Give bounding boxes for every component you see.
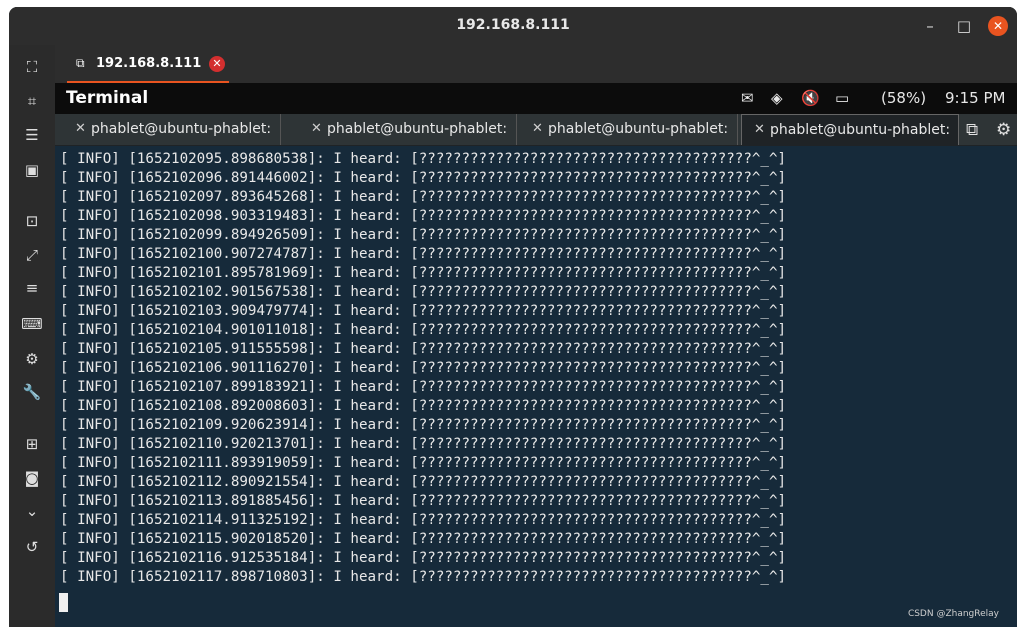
log-line: [ INFO] [1652102113.891885456]: I heard:… <box>60 493 787 509</box>
mail-icon[interactable]: ✉ <box>741 89 754 107</box>
close-tab-icon[interactable]: ✕ <box>532 121 543 136</box>
log-line: [ INFO] [1652102105.911555598]: I heard:… <box>60 341 787 357</box>
fit-screen-icon[interactable]: ⌗ <box>21 91 43 111</box>
log-line: [ INFO] [1652102111.893919059]: I heard:… <box>60 455 787 471</box>
volume-mute-icon[interactable]: 🔇 <box>801 89 820 107</box>
terminal-cursor <box>59 593 68 612</box>
terminal-tab[interactable]: ✕ phablet@ubuntu-phablet: ~ <box>520 114 738 145</box>
battery-icon[interactable]: ▭ <box>835 89 849 107</box>
camera-icon[interactable]: ◙ <box>21 468 43 488</box>
log-line: [ INFO] [1652102109.920623914]: I heard:… <box>60 417 787 433</box>
close-button[interactable]: ✕ <box>988 16 1008 36</box>
log-line: [ INFO] [1652102112.890921554]: I heard:… <box>60 474 787 490</box>
terminal-tab-label: phablet@ubuntu-phablet: ~ <box>91 121 276 137</box>
log-line: [ INFO] [1652102104.901011018]: I heard:… <box>60 322 787 338</box>
settings-icon[interactable]: ⚙ <box>21 349 43 369</box>
battery-percent: (58%) <box>881 89 927 107</box>
terminal-tab[interactable]: ✕ phablet@ubuntu-phablet: ~ <box>63 114 281 145</box>
gear-icon[interactable]: ⚙ <box>996 120 1011 140</box>
chevron-down-icon[interactable]: ⌄ <box>21 501 43 521</box>
expand-icon[interactable]: ⤢ <box>21 245 43 265</box>
keyboard-icon[interactable]: ⌨ <box>21 314 43 334</box>
menu-icon[interactable]: ☰ <box>21 125 43 145</box>
terminal-tab-label: phablet@ubuntu-phablet: ~ <box>327 121 512 137</box>
log-line: [ INFO] [1652102116.912535184]: I heard:… <box>60 550 787 566</box>
disconnect-icon[interactable]: ↺ <box>21 537 43 557</box>
screenshot-icon[interactable]: ⊡ <box>21 211 43 231</box>
log-line: [ INFO] [1652102102.901567538]: I heard:… <box>60 284 787 300</box>
status-bar: Terminal ✉ ◈ 🔇 ▭ (58%) 9:15 PM <box>55 83 1017 114</box>
close-tab-icon[interactable]: ✕ <box>754 122 765 137</box>
wrench-icon[interactable]: 🔧 <box>21 382 43 402</box>
log-line: [ INFO] [1652102103.909479774]: I heard:… <box>60 303 787 319</box>
wifi-icon[interactable]: ◈ <box>771 89 783 107</box>
log-line: [ INFO] [1652102115.902018520]: I heard:… <box>60 531 787 547</box>
clock[interactable]: 9:15 PM <box>945 89 1005 107</box>
display-icon[interactable]: ▣ <box>21 160 43 180</box>
log-line: [ INFO] [1652102101.895781969]: I heard:… <box>60 265 787 281</box>
log-line: [ INFO] [1652102114.911325192]: I heard:… <box>60 512 787 528</box>
close-tab-icon[interactable]: ✕ <box>311 121 322 136</box>
log-line: [ INFO] [1652102097.893645268]: I heard:… <box>60 189 787 205</box>
terminal-tab-bar: ✕ phablet@ubuntu-phablet: ~ ✕ phablet@ub… <box>55 114 1017 145</box>
log-line: [ INFO] [1652102099.894926509]: I heard:… <box>60 227 787 243</box>
terminal-output[interactable]: [ INFO] [1652102095.898680538]: I heard:… <box>55 146 1017 627</box>
terminal-tab-label: phablet@ubuntu-phablet: ~ <box>770 122 955 138</box>
log-line: [ INFO] [1652102107.899183921]: I heard:… <box>60 379 787 395</box>
copy-icon[interactable]: ⧉ <box>966 120 978 140</box>
log-line: [ INFO] [1652102096.891446002]: I heard:… <box>60 170 787 186</box>
list-icon[interactable]: ≡ <box>21 278 43 298</box>
app-window: 192.168.8.111 – □ ✕ ⛶ ⌗ ☰ ▣ ⊡ ⤢ ≡ ⌨ ⚙ 🔧 … <box>9 7 1017 627</box>
remote-desktop-icon: ⧉ <box>76 56 85 70</box>
watermark: CSDN @ZhangRelay <box>907 609 999 619</box>
maximize-button[interactable]: □ <box>954 16 974 36</box>
terminal-tab[interactable]: ✕ phablet@ubuntu-phablet: ~ <box>299 114 517 145</box>
log-line: [ INFO] [1652102098.903319483]: I heard:… <box>60 208 787 224</box>
log-line: [ INFO] [1652102095.898680538]: I heard:… <box>60 151 787 167</box>
connection-tab[interactable]: ⧉ 192.168.8.111 ✕ <box>67 45 229 83</box>
terminal-tab-label: phablet@ubuntu-phablet: ~ <box>548 121 733 137</box>
connection-tab-label: 192.168.8.111 <box>96 56 202 71</box>
minimize-button[interactable]: – <box>920 16 940 36</box>
log-line: [ INFO] [1652102100.907274787]: I heard:… <box>60 246 787 262</box>
log-line: [ INFO] [1652102106.901116270]: I heard:… <box>60 360 787 376</box>
connection-tab-bar: ⧉ 192.168.8.111 ✕ <box>55 45 1017 83</box>
log-line: [ INFO] [1652102110.920213701]: I heard:… <box>60 436 787 452</box>
fullscreen-icon[interactable]: ⛶ <box>21 57 43 77</box>
close-tab-icon[interactable]: ✕ <box>75 121 86 136</box>
left-toolbar: ⛶ ⌗ ☰ ▣ ⊡ ⤢ ≡ ⌨ ⚙ 🔧 ⊞ ◙ ⌄ ↺ <box>9 45 55 627</box>
log-line: [ INFO] [1652102108.892008603]: I heard:… <box>60 398 787 414</box>
title-bar: 192.168.8.111 – □ ✕ <box>9 7 1017 45</box>
log-line: [ INFO] [1652102117.898710803]: I heard:… <box>60 569 787 585</box>
terminal-tab-active[interactable]: ✕ phablet@ubuntu-phablet: ~ <box>741 114 959 145</box>
status-app-title: Terminal <box>66 88 149 108</box>
close-connection-icon[interactable]: ✕ <box>209 56 225 72</box>
window-title: 192.168.8.111 <box>456 17 570 33</box>
new-window-icon[interactable]: ⊞ <box>21 434 43 454</box>
